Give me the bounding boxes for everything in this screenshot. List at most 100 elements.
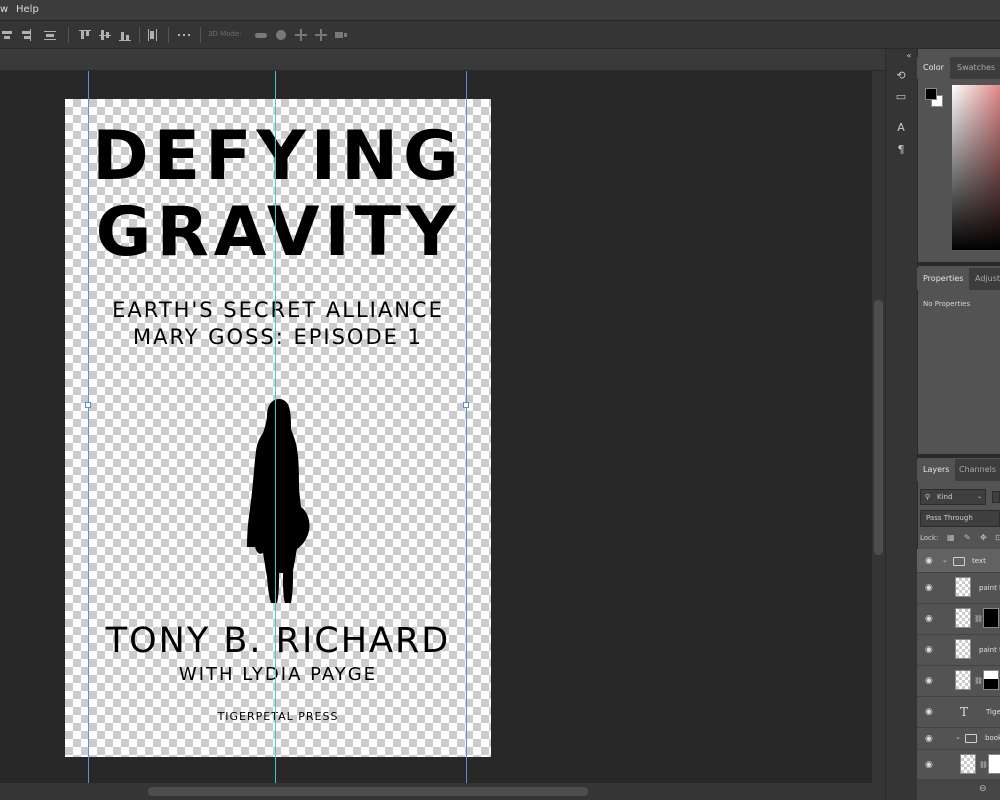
- layer-thumbnail: [955, 670, 971, 690]
- vertical-scroll-thumb[interactable]: [874, 300, 883, 555]
- layer-filter-value: Kind: [937, 493, 953, 501]
- cover-coauthor: WITH LYDIA PAYGE: [178, 664, 378, 685]
- 3d-slide-icon[interactable]: [314, 28, 328, 42]
- layer-row[interactable]: ◉ ⛓ C: [917, 750, 1000, 780]
- lock-transparent-icon[interactable]: ▦: [947, 533, 955, 542]
- more-options-icon[interactable]: [177, 28, 191, 42]
- toolbar-separator: [168, 27, 169, 43]
- layer-row[interactable]: ◉ T Tige: [917, 697, 1000, 728]
- character-icon[interactable]: A: [894, 121, 908, 135]
- layer-row[interactable]: ◉ ⌄ book: [917, 728, 1000, 750]
- document-tab-bar: [0, 49, 885, 71]
- blend-mode-select[interactable]: Pass Through: [920, 510, 1000, 527]
- layer-mask-thumbnail[interactable]: [988, 754, 1000, 774]
- history-icon[interactable]: ⟲: [894, 69, 908, 83]
- 3d-mode-label: 3D Mode:: [208, 30, 242, 38]
- collapse-panels-icon[interactable]: «: [902, 49, 916, 63]
- menu-view[interactable]: w: [0, 4, 8, 15]
- align-right-icon[interactable]: [18, 28, 32, 42]
- 3d-camera-icon[interactable]: [334, 28, 348, 42]
- tab-swatches[interactable]: Swatches: [951, 57, 1000, 79]
- panel-divider: [917, 262, 1000, 266]
- layer-row[interactable]: ◉ paint b: [917, 573, 1000, 604]
- comment-icon[interactable]: ▭: [894, 90, 908, 104]
- layer-row[interactable]: ◉ ⛓: [917, 666, 1000, 697]
- filter-pixel-icon[interactable]: [992, 491, 1000, 503]
- toolbar-separator: [68, 27, 69, 43]
- chevron-down-icon[interactable]: ⌄: [955, 733, 961, 741]
- eye-icon[interactable]: ◉: [925, 583, 935, 593]
- layer-thumbnail: [955, 639, 971, 659]
- lock-artboard-icon[interactable]: ⊡: [995, 533, 1000, 542]
- layer-thumbnail: [955, 577, 971, 597]
- foreground-color-swatch[interactable]: [925, 88, 937, 100]
- paragraph-icon[interactable]: ¶: [894, 143, 908, 157]
- align-bottom-icon[interactable]: [118, 28, 132, 42]
- layer-mask-thumbnail[interactable]: [983, 670, 999, 690]
- 3d-orbit-icon[interactable]: [254, 28, 268, 42]
- tab-color[interactable]: Color: [917, 57, 950, 79]
- blend-mode-value: Pass Through: [926, 514, 973, 522]
- lock-paint-brush-icon[interactable]: ✎: [964, 533, 971, 542]
- link-layers-icon[interactable]: ⊖: [979, 784, 987, 794]
- guide-left[interactable]: [88, 71, 89, 783]
- 3d-roll-icon[interactable]: [274, 28, 288, 42]
- tab-properties[interactable]: Properties: [917, 268, 970, 290]
- lock-label: Lock:: [920, 534, 939, 542]
- horizontal-scroll-thumb[interactable]: [148, 787, 588, 796]
- properties-empty-text: No Properties: [923, 300, 971, 308]
- chevron-down-icon[interactable]: ⌄: [942, 556, 948, 564]
- eye-icon[interactable]: ◉: [925, 676, 935, 686]
- folder-icon: [965, 734, 977, 743]
- 3d-pan-icon[interactable]: [294, 28, 308, 42]
- tab-adjustments[interactable]: Adjustm: [969, 268, 1000, 290]
- guide-right[interactable]: [466, 71, 467, 783]
- layer-thumbnail: [960, 754, 976, 774]
- layer-row[interactable]: ◉ ⛓: [917, 604, 1000, 635]
- layer-name: paint t: [979, 646, 1000, 654]
- eye-icon[interactable]: ◉: [925, 556, 935, 566]
- cover-author: TONY B. RICHARD: [105, 621, 451, 661]
- eye-icon[interactable]: ◉: [925, 645, 935, 655]
- layers-panel-header: Layers Channels: [917, 459, 1000, 481]
- transform-handle-right[interactable]: [463, 402, 469, 408]
- collapsed-panel-strip: [885, 49, 917, 800]
- toolbar-separator: [139, 27, 140, 43]
- guide-center[interactable]: [275, 71, 276, 783]
- cover-publisher: TIGERPETAL PRESS: [217, 710, 339, 723]
- layer-name: paint b: [979, 584, 1000, 592]
- distribute-icon[interactable]: [43, 28, 57, 42]
- search-icon: ⚲: [925, 493, 931, 501]
- link-icon[interactable]: ⛓: [974, 615, 983, 623]
- layer-thumbnail: [955, 608, 971, 628]
- folder-icon: [953, 557, 965, 566]
- link-icon[interactable]: ⛓: [979, 761, 988, 769]
- align-middle-icon[interactable]: [98, 28, 112, 42]
- panel-divider: [917, 454, 1000, 458]
- layer-row[interactable]: ◉ paint t: [917, 635, 1000, 666]
- layer-filter-select[interactable]: Kind ⚲ ⌄: [920, 489, 986, 505]
- tab-channels[interactable]: Channels: [953, 459, 1000, 481]
- eye-icon[interactable]: ◉: [925, 707, 935, 717]
- options-bar: 3D Mode:: [0, 21, 1000, 49]
- menu-help[interactable]: Help: [16, 4, 39, 15]
- distribute-vertical-icon[interactable]: [145, 28, 159, 42]
- layer-row[interactable]: ◉ ⌄ text: [917, 549, 1000, 573]
- align-top-icon[interactable]: [78, 28, 92, 42]
- toolbar-separator: [200, 27, 201, 43]
- link-icon[interactable]: ⛓: [974, 677, 983, 685]
- woman-silhouette-image: [247, 399, 310, 603]
- color-spectrum-picker[interactable]: [952, 85, 1000, 250]
- cover-title-line2: GRAVITY: [95, 193, 461, 272]
- transform-handle-left[interactable]: [85, 402, 91, 408]
- cover-series-line2: MARY GOSS: EPISODE 1: [133, 325, 423, 349]
- properties-panel-header: Properties Adjustm: [917, 268, 1000, 290]
- document-canvas[interactable]: DEFYING GRAVITY EARTH'S SECRET ALLIANCE …: [65, 99, 491, 757]
- layer-mask-thumbnail[interactable]: [983, 608, 999, 628]
- eye-icon[interactable]: ◉: [925, 734, 935, 744]
- tab-layers[interactable]: Layers: [917, 459, 956, 481]
- lock-position-icon[interactable]: ✥: [980, 533, 987, 542]
- eye-icon[interactable]: ◉: [925, 614, 935, 624]
- align-center-icon[interactable]: [0, 28, 14, 42]
- eye-icon[interactable]: ◉: [925, 760, 935, 770]
